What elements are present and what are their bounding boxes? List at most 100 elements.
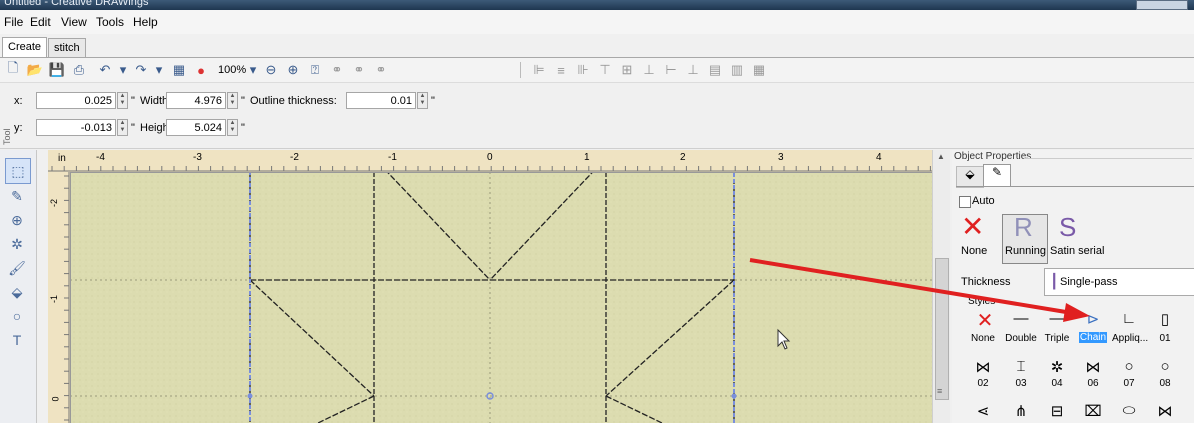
brush-tool-icon[interactable]: 🖌 bbox=[5, 256, 29, 280]
style-triple-icon[interactable]: — bbox=[1040, 310, 1074, 327]
y-spinner[interactable]: ▲ ▼ bbox=[117, 119, 128, 136]
align-left-icon[interactable]: ⊫ bbox=[530, 61, 548, 79]
style-04-icon[interactable]: ✲ bbox=[1040, 358, 1074, 376]
tab-create[interactable]: Create bbox=[2, 37, 48, 57]
satin-serial-icon[interactable]: S bbox=[1059, 212, 1076, 243]
zoom-in-icon[interactable]: ⊕ bbox=[284, 61, 302, 79]
menu-tools[interactable]: Tools bbox=[96, 15, 124, 29]
scroll-up-icon[interactable]: ▲ bbox=[937, 152, 945, 161]
menu-file[interactable]: File bbox=[4, 15, 23, 29]
menu-view[interactable]: View bbox=[61, 15, 87, 29]
text-tool-icon[interactable]: T bbox=[5, 328, 29, 352]
new-file-icon[interactable]: 🗋 bbox=[4, 60, 22, 79]
style-double-icon[interactable]: — bbox=[1004, 310, 1038, 327]
undo-icon[interactable]: ↶ bbox=[96, 61, 114, 79]
style-02-icon[interactable]: ⋈ bbox=[966, 358, 1000, 376]
distribute-horizontal-icon[interactable]: ⊢ bbox=[662, 61, 680, 79]
style-chain-icon[interactable]: ⊳ bbox=[1076, 310, 1110, 328]
zoom-dropdown-icon[interactable]: ▾ bbox=[244, 61, 262, 79]
redo-dropdown-icon[interactable]: ▾ bbox=[150, 61, 168, 79]
style-label[interactable]: 07 bbox=[1112, 378, 1146, 389]
canvas-vertical-scrollbar[interactable]: ▲ ≡ bbox=[932, 150, 950, 423]
style-label[interactable]: 03 bbox=[1004, 378, 1038, 389]
auto-checkbox[interactable] bbox=[959, 196, 971, 208]
style-01-icon[interactable]: ▯ bbox=[1148, 310, 1182, 328]
selection-handle-left[interactable] bbox=[247, 393, 253, 399]
style-label[interactable]: 04 bbox=[1040, 378, 1074, 389]
node-edit-tool-icon[interactable]: ✎ bbox=[5, 184, 29, 208]
unlink-icon[interactable]: ⚭ bbox=[350, 61, 368, 79]
style-label[interactable]: Triple bbox=[1040, 333, 1074, 344]
zoom-out-icon[interactable]: ⊖ bbox=[262, 61, 280, 79]
save-icon[interactable]: 💾 bbox=[48, 61, 66, 79]
style-none-icon[interactable]: ✕ bbox=[968, 308, 1002, 333]
link-icon[interactable]: ⚭ bbox=[328, 61, 346, 79]
tab-stitch[interactable]: stitch bbox=[48, 38, 86, 57]
magic-wand-tool-icon[interactable]: ✲ bbox=[5, 232, 29, 256]
height-spinner[interactable]: ▲ ▼ bbox=[227, 119, 238, 136]
style-applique-icon[interactable]: ∟ bbox=[1112, 310, 1146, 327]
style-11-icon[interactable]: ⊟ bbox=[1040, 402, 1074, 420]
none-stitch-icon[interactable]: ✕ bbox=[961, 210, 984, 243]
menu-help[interactable]: Help bbox=[133, 15, 158, 29]
y-field[interactable]: -0.013 bbox=[36, 119, 116, 136]
x-field[interactable]: 0.025 bbox=[36, 92, 116, 109]
outline-thickness-field[interactable]: 0.01 bbox=[346, 92, 416, 109]
style-14-icon[interactable]: ⋈ bbox=[1148, 402, 1182, 420]
style-label[interactable]: Double bbox=[1004, 333, 1038, 344]
style-label[interactable]: Appliq... bbox=[1112, 333, 1148, 344]
style-08-icon[interactable]: ○ bbox=[1148, 358, 1182, 375]
design-canvas[interactable] bbox=[48, 150, 932, 423]
window-controls[interactable] bbox=[1136, 0, 1188, 10]
same-size-icon[interactable]: ▦ bbox=[750, 61, 768, 79]
style-label[interactable]: 08 bbox=[1148, 378, 1182, 389]
undo-dropdown-icon[interactable]: ▾ bbox=[114, 61, 132, 79]
stitch-type-label[interactable]: Running bbox=[1005, 245, 1046, 257]
print-icon[interactable]: ⎙ bbox=[70, 61, 88, 79]
align-top-icon[interactable]: ⊤ bbox=[596, 61, 614, 79]
x-spinner[interactable]: ▲ ▼ bbox=[117, 92, 128, 109]
help-pointer-icon[interactable]: ⍰ bbox=[306, 61, 324, 79]
zoom-tool-icon[interactable]: ⊕ bbox=[5, 208, 29, 232]
style-label[interactable]: None bbox=[966, 333, 1000, 344]
stitch-type-label[interactable]: Satin serial bbox=[1050, 245, 1104, 257]
running-stitch-icon[interactable]: R bbox=[1014, 212, 1033, 243]
width-spinner[interactable]: ▲ ▼ bbox=[227, 92, 238, 109]
outline-thickness-spinner[interactable]: ▲ ▼ bbox=[417, 92, 428, 109]
chain-link-icon[interactable]: ⚭ bbox=[372, 61, 390, 79]
style-12-icon[interactable]: ⌧ bbox=[1076, 402, 1110, 420]
align-right-icon[interactable]: ⊪ bbox=[574, 61, 592, 79]
scroll-thumb[interactable] bbox=[935, 258, 949, 400]
align-middle-icon[interactable]: ⊞ bbox=[618, 61, 636, 79]
distribute-vertical-icon[interactable]: ⊥ bbox=[684, 61, 702, 79]
same-width-icon[interactable]: ▤ bbox=[706, 61, 724, 79]
style-label-selected[interactable]: Chain bbox=[1079, 332, 1107, 343]
select-tool-icon[interactable]: ⬚ bbox=[5, 158, 31, 184]
style-07-icon[interactable]: ○ bbox=[1112, 358, 1146, 375]
width-field[interactable]: 4.976 bbox=[166, 92, 226, 109]
style-13-icon[interactable]: ⬭ bbox=[1112, 402, 1146, 419]
open-folder-icon[interactable]: 📂 bbox=[26, 61, 44, 79]
fabric-icon[interactable]: ▦ bbox=[170, 61, 188, 79]
fill-tab-icon[interactable]: ⬙ bbox=[956, 166, 984, 188]
same-height-icon[interactable]: ▥ bbox=[728, 61, 746, 79]
height-field[interactable]: 5.024 bbox=[166, 119, 226, 136]
ellipse-tool-icon[interactable]: ○ bbox=[5, 304, 29, 328]
style-10-icon[interactable]: ⋔ bbox=[1004, 402, 1038, 420]
fill-tool-icon[interactable]: ⬙ bbox=[5, 280, 29, 304]
style-03-icon[interactable]: ⌶ bbox=[1004, 358, 1038, 375]
align-bottom-icon[interactable]: ⊥ bbox=[640, 61, 658, 79]
color-wheel-icon[interactable]: ● bbox=[192, 61, 210, 79]
align-center-icon[interactable]: ≡ bbox=[552, 61, 570, 79]
style-label[interactable]: 06 bbox=[1076, 378, 1110, 389]
style-06-icon[interactable]: ⋈ bbox=[1076, 358, 1110, 376]
style-label[interactable]: 02 bbox=[966, 378, 1000, 389]
menu-edit[interactable]: Edit bbox=[30, 15, 51, 29]
selection-handle-right[interactable] bbox=[731, 393, 737, 399]
redo-icon[interactable]: ↷ bbox=[132, 61, 150, 79]
zoom-level[interactable]: 100% bbox=[218, 64, 246, 76]
style-label[interactable]: 01 bbox=[1148, 333, 1182, 344]
stitch-type-label[interactable]: None bbox=[961, 245, 987, 257]
outline-tab-icon[interactable]: ✎ bbox=[983, 164, 1011, 187]
style-09-icon[interactable]: ⋖ bbox=[966, 402, 1000, 420]
